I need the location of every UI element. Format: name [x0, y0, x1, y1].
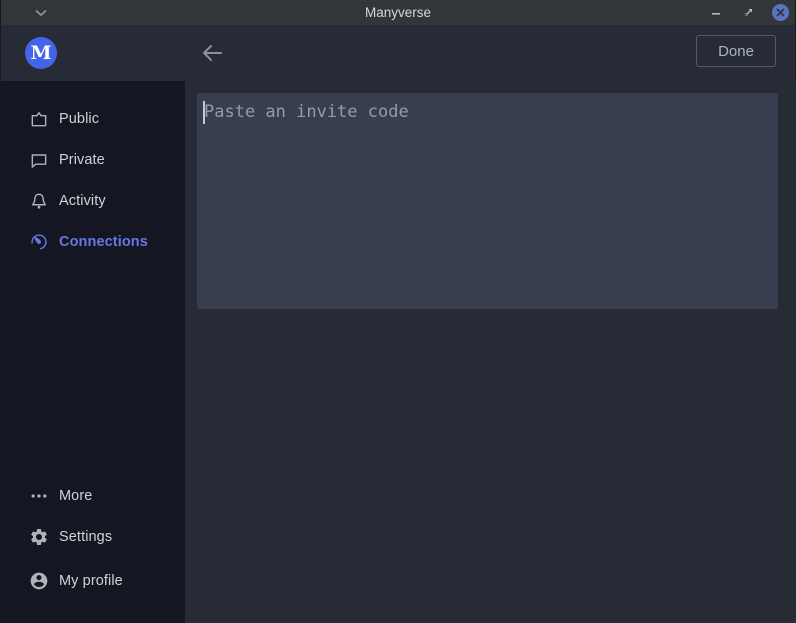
sidebar-item-label: Public [59, 111, 99, 127]
close-icon [776, 8, 785, 17]
account-circle-icon [29, 571, 49, 591]
sidebar-item-public[interactable]: Public [1, 103, 185, 135]
minimize-icon [711, 8, 721, 18]
sidebar-item-label: Activity [59, 193, 106, 209]
invite-code-container [197, 93, 778, 309]
done-button[interactable]: Done [696, 35, 776, 67]
sidebar-item-label: Private [59, 152, 105, 168]
titlebar: Manyverse [1, 0, 795, 25]
main-content [185, 81, 796, 623]
sidebar-item-label: More [59, 488, 92, 504]
sidebar-item-settings[interactable]: Settings [1, 521, 185, 553]
app-header: M Done [1, 25, 795, 81]
window-controls [707, 0, 789, 25]
invite-code-input[interactable] [197, 93, 778, 309]
back-button[interactable] [200, 41, 224, 65]
sidebar-item-private[interactable]: Private [1, 144, 185, 176]
message-bubble-icon [29, 150, 49, 170]
restore-button[interactable] [739, 4, 757, 22]
sidebar-item-label: Connections [59, 234, 148, 250]
sidebar-item-more[interactable]: More [1, 480, 185, 512]
close-button[interactable] [771, 4, 789, 22]
arrow-left-icon [201, 44, 223, 62]
sidebar-item-label: My profile [59, 573, 123, 589]
bell-icon [29, 191, 49, 211]
restore-window-icon [743, 7, 754, 18]
sidebar-item-activity[interactable]: Activity [1, 185, 185, 217]
sidebar: Public Private Activity [1, 81, 185, 623]
sidebar-item-my-profile[interactable]: My profile [1, 565, 185, 597]
gear-icon [29, 527, 49, 547]
window-title: Manyverse [1, 0, 795, 25]
manyverse-window: Manyverse [0, 0, 796, 623]
minimize-button[interactable] [707, 4, 725, 22]
ellipsis-dots-icon [29, 486, 49, 506]
sidebar-item-connections[interactable]: Connections [1, 226, 185, 258]
app-body: Public Private Activity [1, 81, 795, 623]
sidebar-item-label: Settings [59, 529, 112, 545]
manyverse-logo: M [25, 37, 57, 69]
connections-dial-icon [29, 232, 49, 252]
bulletin-board-icon [29, 109, 49, 129]
